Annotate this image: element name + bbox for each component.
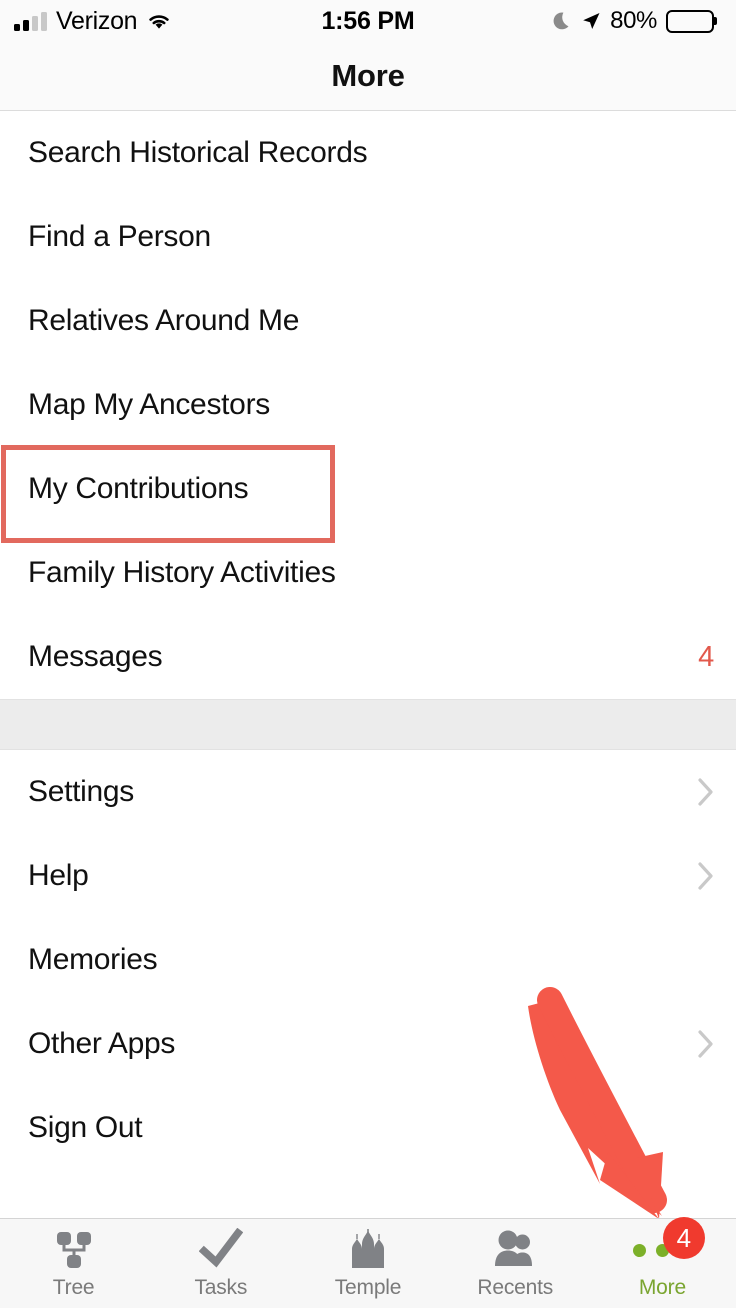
- family-tree-icon: [52, 1229, 96, 1271]
- menu-item-find-a-person[interactable]: Find a Person: [0, 195, 736, 279]
- phone-screen: Verizon 1:56 PM 80% More Search Historic…: [0, 0, 736, 1308]
- battery-icon: [666, 9, 714, 33]
- tab-recents[interactable]: Recents: [442, 1219, 589, 1308]
- menu-item-label: Search Historical Records: [28, 136, 368, 169]
- tab-label: More: [638, 1276, 686, 1299]
- tab-more[interactable]: 4 More: [589, 1217, 736, 1308]
- page-title: More: [331, 58, 405, 93]
- menu-group-separator: [0, 699, 736, 750]
- status-bar-right: 80%: [553, 7, 714, 35]
- menu-item-my-contributions[interactable]: My Contributions: [0, 445, 736, 543]
- messages-count-badge: 4: [698, 640, 714, 673]
- menu-group-primary: Search Historical Records Find a Person …: [0, 111, 736, 699]
- chevron-right-icon: [698, 778, 714, 806]
- tab-label: Temple: [334, 1276, 402, 1299]
- menu-item-help[interactable]: Help: [0, 834, 736, 918]
- menu-item-label: Family History Activities: [28, 556, 336, 589]
- three-dots-icon: 4: [632, 1217, 705, 1271]
- menu-item-label: Settings: [28, 775, 134, 808]
- moon-dnd-icon: [553, 11, 572, 32]
- menu-item-settings[interactable]: Settings: [0, 750, 736, 834]
- tab-temple[interactable]: Temple: [294, 1219, 441, 1308]
- temple-icon: [346, 1229, 390, 1271]
- menu-item-accessory: [698, 1030, 714, 1058]
- chevron-right-icon: [698, 1030, 714, 1058]
- menu-item-label: My Contributions: [28, 472, 249, 505]
- carrier-label: Verizon: [56, 6, 138, 35]
- menu-item-other-apps[interactable]: Other Apps: [0, 1002, 736, 1086]
- tab-label: Recents: [477, 1276, 554, 1299]
- nav-header: More: [0, 42, 736, 111]
- menu-item-label: Messages: [28, 640, 163, 673]
- location-arrow-icon: [581, 11, 601, 31]
- menu-item-label: Map My Ancestors: [28, 388, 270, 421]
- menu-item-label: Find a Person: [28, 220, 211, 253]
- menu-item-search-historical-records[interactable]: Search Historical Records: [0, 111, 736, 195]
- battery-percent-label: 80%: [610, 7, 657, 34]
- status-bar: Verizon 1:56 PM 80%: [0, 0, 736, 42]
- menu-item-label: Relatives Around Me: [28, 304, 300, 337]
- checkmark-icon: [198, 1228, 243, 1271]
- status-bar-left: Verizon: [14, 6, 172, 35]
- tab-tree[interactable]: Tree: [0, 1219, 147, 1308]
- menu-item-label: Memories: [28, 943, 158, 976]
- menu-item-label: Sign Out: [28, 1111, 143, 1144]
- menu-item-label: Help: [28, 859, 89, 892]
- menu-group-secondary: Settings Help Memories Other Apps Sign O…: [0, 750, 736, 1170]
- bottom-tab-bar: Tree Tasks Temple Recents 4 More: [0, 1217, 736, 1308]
- menu-item-relatives-around-me[interactable]: Relatives Around Me: [0, 279, 736, 363]
- two-people-icon: [491, 1229, 539, 1271]
- menu-item-memories[interactable]: Memories: [0, 918, 736, 1002]
- chevron-right-icon: [698, 862, 714, 890]
- menu-item-accessory: 4: [698, 641, 714, 674]
- tab-label: Tree: [52, 1276, 95, 1299]
- menu-item-map-my-ancestors[interactable]: Map My Ancestors: [0, 363, 736, 447]
- menu-item-accessory: [698, 778, 714, 806]
- menu-item-sign-out[interactable]: Sign Out: [0, 1086, 736, 1170]
- signal-bars-icon: [14, 11, 47, 31]
- more-menu-list: Search Historical Records Find a Person …: [0, 111, 736, 1218]
- menu-item-label: Other Apps: [28, 1027, 176, 1060]
- menu-item-accessory: [698, 862, 714, 890]
- more-tab-badge: 4: [662, 1217, 705, 1259]
- wifi-icon: [146, 11, 172, 31]
- tab-label: Tasks: [194, 1276, 248, 1299]
- tab-tasks[interactable]: Tasks: [147, 1219, 294, 1308]
- menu-item-family-history-activities[interactable]: Family History Activities: [0, 531, 736, 615]
- menu-item-messages[interactable]: Messages 4: [0, 615, 736, 699]
